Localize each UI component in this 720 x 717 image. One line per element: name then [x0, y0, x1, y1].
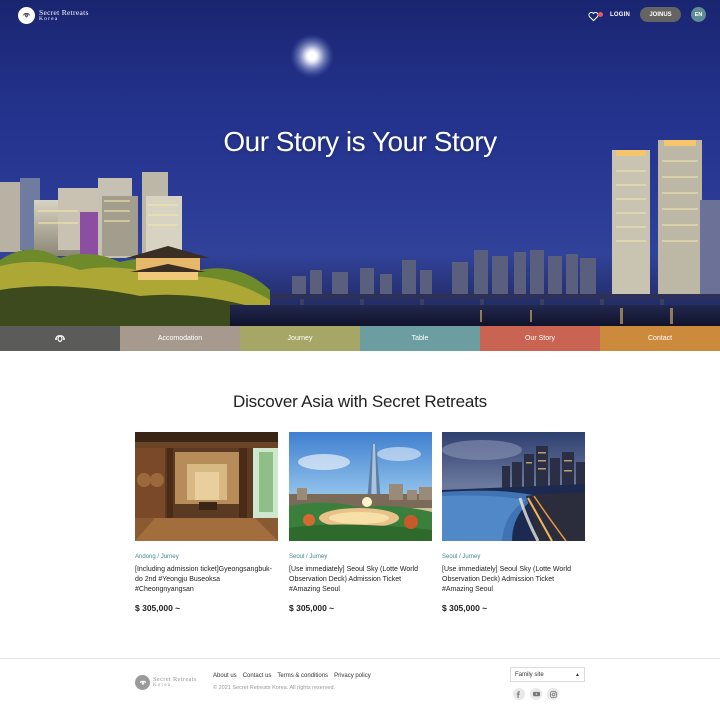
card-location: Seoul / Jurney: [442, 554, 481, 560]
card-location: Andong / Jurney: [135, 554, 179, 560]
family-site-label: Family site: [515, 671, 544, 678]
card-price: $ 305,000 ~: [442, 603, 488, 613]
footer-brand-sub: Korea: [153, 683, 172, 689]
menu-item-table[interactable]: Table: [360, 326, 480, 351]
footer-link-about[interactable]: About us: [213, 673, 237, 679]
section-title: Discover Asia with Secret Retreats: [233, 392, 487, 411]
top-navigation: LOGIN JOINUS EN: [588, 7, 706, 22]
card-price: $ 305,000 ~: [135, 603, 181, 613]
card-title[interactable]: [Use immediately] Seoul Sky (Lotte World…: [289, 565, 432, 595]
menu-item-home[interactable]: [0, 326, 120, 351]
card-image-coastal-city[interactable]: [442, 432, 585, 541]
family-site-select[interactable]: Family site ▲: [510, 667, 585, 682]
product-card[interactable]: Andong / Jurney [Including admission tic…: [135, 432, 278, 613]
menu-item-our-story[interactable]: Our Story: [480, 326, 600, 351]
card-image-lotte-tower[interactable]: [289, 432, 432, 541]
hero-title: Our Story is Your Story: [223, 126, 497, 157]
footer-link-privacy[interactable]: Privacy policy: [334, 673, 371, 679]
brand-sub: Korea: [39, 16, 59, 22]
instagram-icon[interactable]: [547, 688, 559, 700]
facebook-icon[interactable]: [513, 688, 525, 700]
youtube-icon[interactable]: [530, 688, 542, 700]
product-card[interactable]: Seoul / Jurney [Use immediately] Seoul S…: [442, 432, 585, 613]
social-links: [513, 688, 559, 700]
brand-mark-icon: [55, 334, 65, 342]
footer-links: About us Contact us Terms & conditions P…: [213, 673, 371, 679]
login-link[interactable]: LOGIN: [610, 12, 630, 18]
card-title[interactable]: [Use immediately] Seoul Sky (Lotte World…: [442, 565, 585, 595]
language-toggle[interactable]: EN: [691, 7, 706, 22]
category-menu: Accomodation Journey Table Our Story Con…: [0, 326, 720, 351]
footer-link-contact[interactable]: Contact us: [243, 673, 272, 679]
footer-logo[interactable]: Secret Retreats Korea: [135, 675, 197, 690]
menu-item-journey[interactable]: Journey: [240, 326, 360, 351]
card-price: $ 305,000 ~: [289, 603, 335, 613]
brand-name: Secret Retreats: [39, 7, 89, 17]
site-logo[interactable]: Secret Retreats Korea: [18, 7, 89, 24]
copyright: © 2021 Secret Retreats Korea. All rights…: [213, 685, 336, 691]
join-button[interactable]: JOINUS: [640, 7, 681, 22]
menu-item-contact[interactable]: Contact: [600, 326, 720, 351]
hero-night-city-image: [0, 34, 720, 326]
menu-item-accomodation[interactable]: Accomodation: [120, 326, 240, 351]
brand-mark-icon: [135, 675, 150, 690]
triangle-up-icon: ▲: [575, 671, 580, 678]
notification-dot: [598, 11, 603, 17]
product-card[interactable]: Seoul / Jurney [Use immediately] Seoul S…: [289, 432, 432, 613]
footer-link-terms[interactable]: Terms & conditions: [277, 673, 328, 679]
brand-mark-icon: [18, 7, 35, 24]
card-title[interactable]: [Including admission ticket]Gyeongsangbu…: [135, 565, 278, 595]
card-image-hanok[interactable]: [135, 432, 278, 541]
hero-banner: Secret Retreats Korea LOGIN JOINUS EN Ou…: [0, 0, 720, 326]
heart-icon: [588, 11, 599, 21]
card-location: Seoul / Jurney: [289, 554, 328, 560]
wishlist-button[interactable]: [588, 9, 603, 21]
site-footer: Secret Retreats Korea About us Contact u…: [0, 658, 720, 717]
